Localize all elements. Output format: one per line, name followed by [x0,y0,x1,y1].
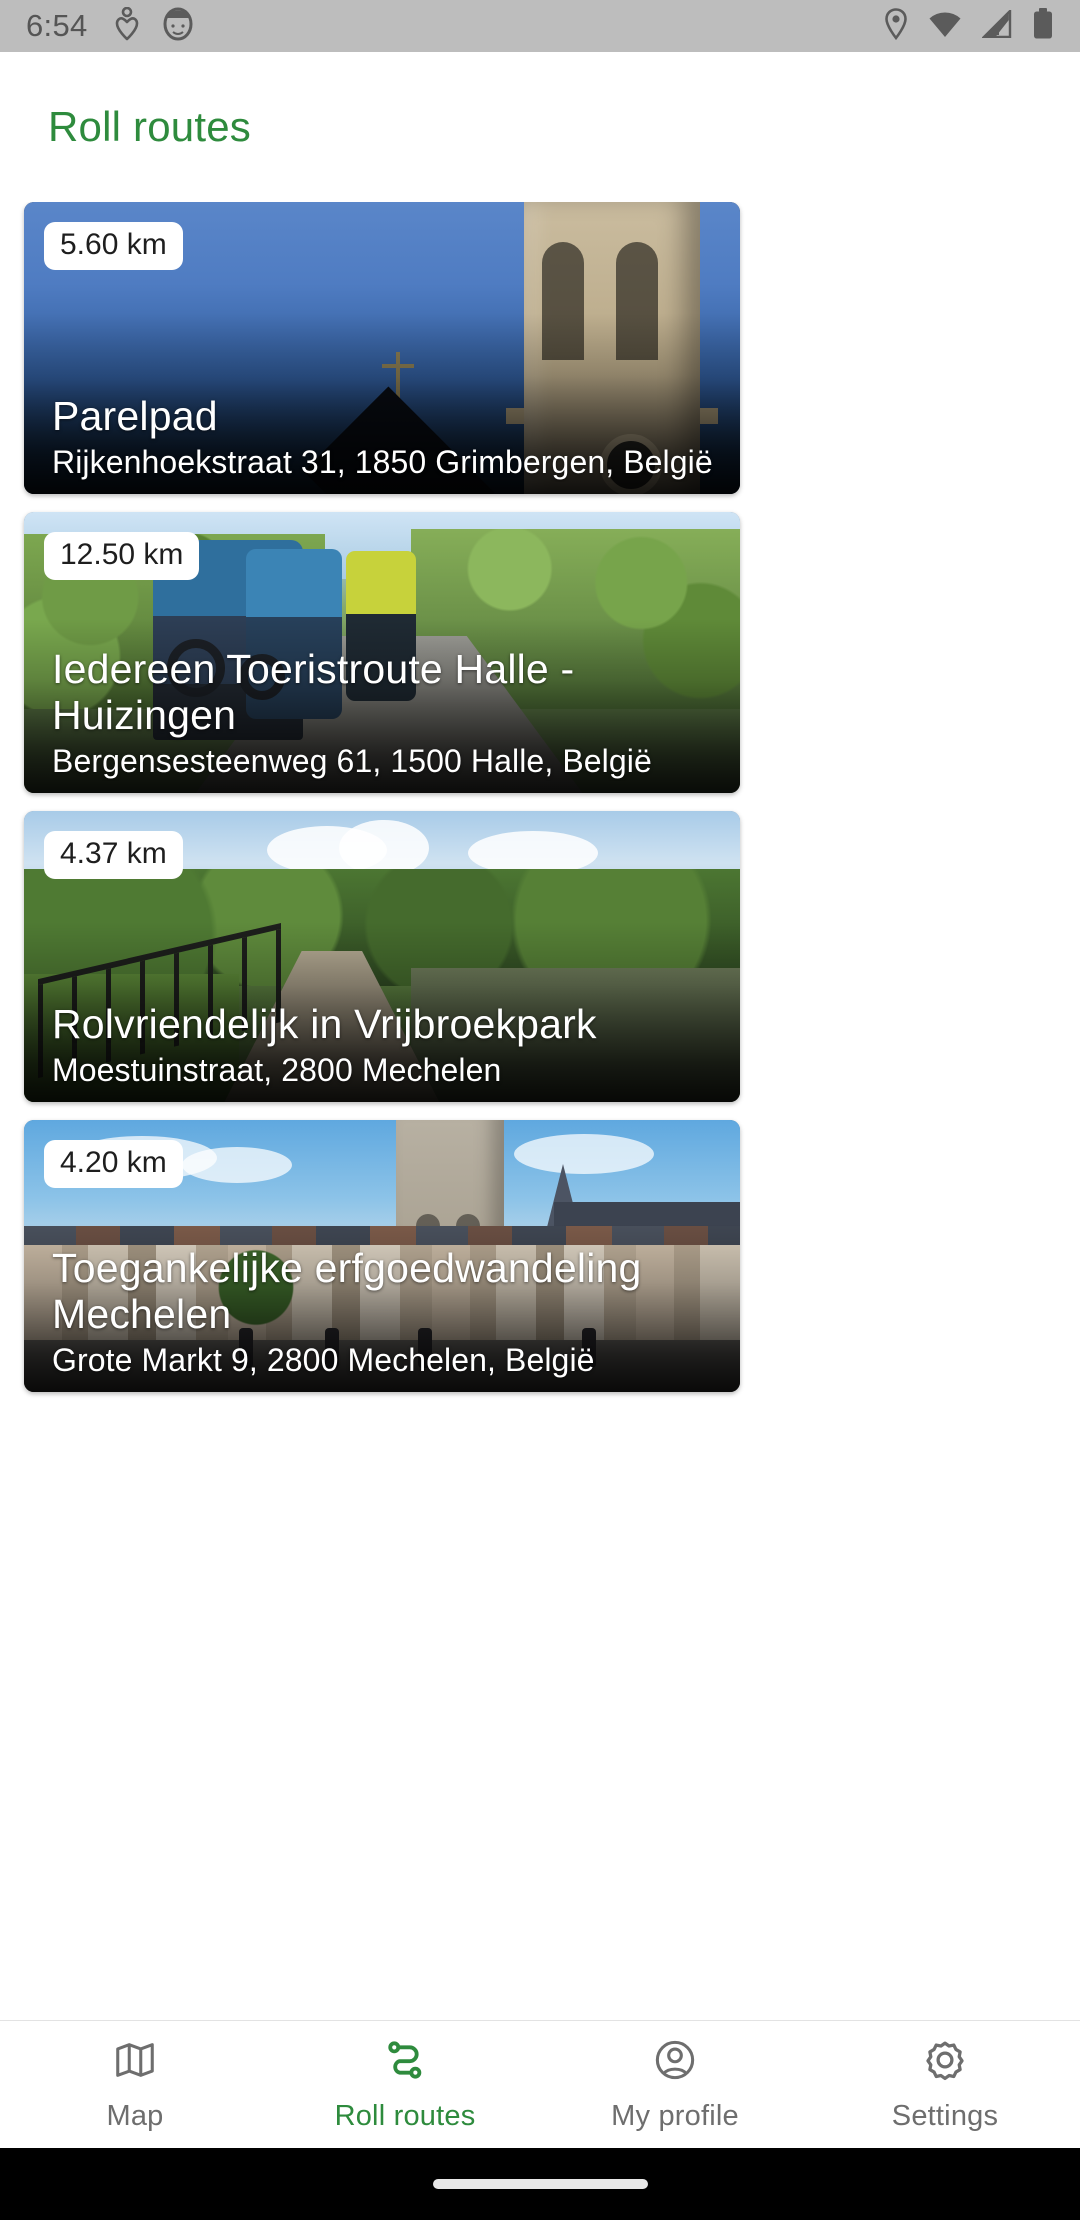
gesture-handle[interactable] [432,2179,648,2189]
status-bar-clock: 6:54 [26,8,88,43]
route-address: Grote Markt 9, 2800 Mechelen, België [52,1341,595,1378]
route-title: Toegankelijke erfgoedwandeling Mechelen [52,1245,654,1338]
map-icon [112,2037,158,2088]
nav-label-settings: Settings [891,2099,999,2132]
nav-label-my-profile: My profile [611,2099,739,2132]
route-title: Parelpad [52,393,218,440]
route-card-text: Iedereen Toeristroute Halle - Huizingen … [52,646,726,781]
gear-icon [922,2037,968,2088]
system-gesture-bar [0,2148,1080,2220]
route-card[interactable]: 4.20 km Toegankelijke erfgoedwandeling M… [24,1120,740,1392]
route-distance-badge: 5.60 km [44,222,183,270]
avatar-badge-icon [162,7,194,46]
route-address: Rijkenhoekstraat 31, 1850 Grimbergen, Be… [52,443,713,480]
status-bar-system-icons [884,7,1054,45]
nav-item-my-profile[interactable]: My profile [540,2037,810,2133]
route-distance-badge: 12.50 km [44,532,200,580]
heart-pulse-icon [114,6,140,46]
route-distance-badge: 4.37 km [44,831,183,879]
page-title: Roll routes [48,103,251,150]
battery-icon [1032,7,1054,45]
phone-screen: 6:54 Roll routes 5.60 km Parelpad Rijken… [0,0,1080,2220]
nav-item-roll-routes[interactable]: Roll routes [270,2037,540,2133]
location-pin-icon [884,7,908,45]
nav-label-roll-routes: Roll routes [334,2099,476,2132]
bottom-navigation-bar: Map Roll routes My profile Settings [0,2020,1080,2148]
route-card-text: Rolvriendelijk in Vrijbroekpark Moestuin… [52,1001,726,1090]
route-card[interactable]: 4.37 km Rolvriendelijk in Vrijbroekpark … [24,811,740,1102]
status-bar-notification-icons [114,6,194,46]
route-distance-badge: 4.20 km [44,1140,183,1188]
route-list[interactable]: 5.60 km Parelpad Rijkenhoekstraat 31, 18… [0,202,1080,2020]
nav-item-map[interactable]: Map [0,2037,270,2133]
route-address: Moestuinstraat, 2800 Mechelen [52,1051,502,1088]
cellular-signal-icon [981,7,1012,43]
route-icon [382,2037,428,2088]
status-bar: 6:54 [0,0,1080,52]
app-bar: Roll routes [0,52,1080,202]
route-address: Bergensesteenweg 61, 1500 Halle, België [52,742,652,779]
nav-label-map: Map [106,2099,164,2132]
wifi-icon [928,10,962,43]
nav-item-settings[interactable]: Settings [810,2037,1080,2133]
route-card-text: Toegankelijke erfgoedwandeling Mechelen … [52,1245,726,1380]
route-card-text: Parelpad Rijkenhoekstraat 31, 1850 Grimb… [52,393,726,482]
account-circle-icon [652,2037,698,2088]
route-title: Iedereen Toeristroute Halle - Huizingen [52,646,586,739]
route-title: Rolvriendelijk in Vrijbroekpark [52,1001,597,1048]
route-card[interactable]: 12.50 km Iedereen Toeristroute Halle - H… [24,512,740,793]
route-card[interactable]: 5.60 km Parelpad Rijkenhoekstraat 31, 18… [24,202,740,494]
